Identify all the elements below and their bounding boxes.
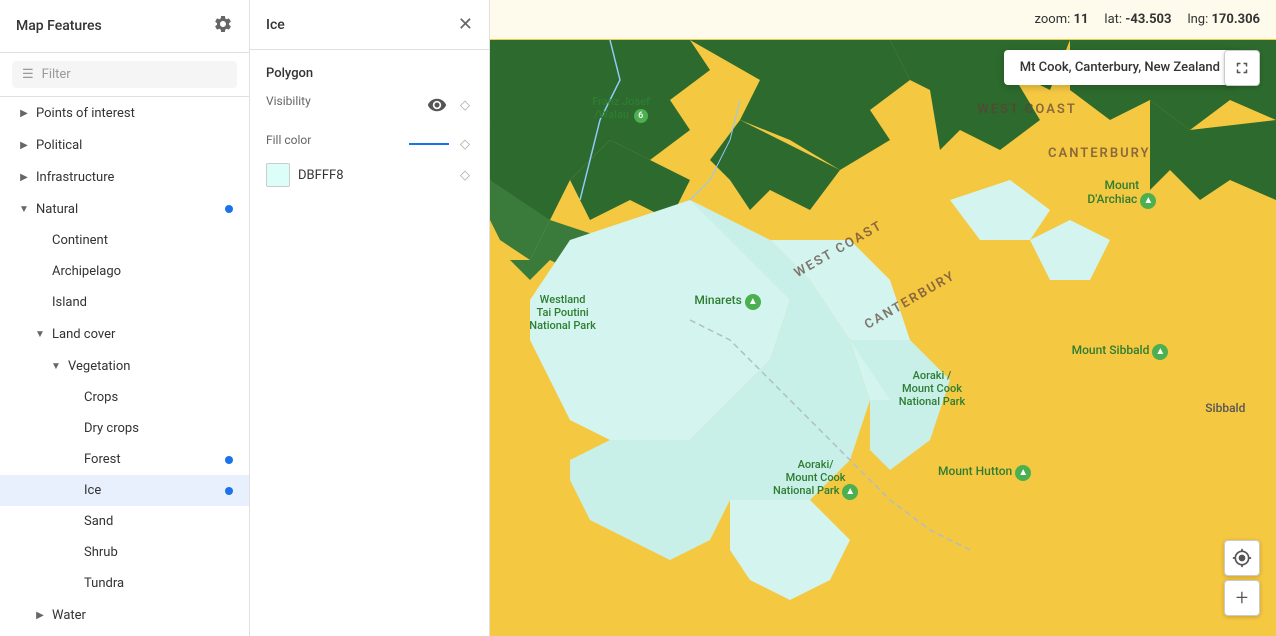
active-dot xyxy=(225,487,233,495)
sidebar-item-water[interactable]: ▶ Water xyxy=(0,599,249,631)
nav-tree: ▶ Points of interest ▶ Political ▶ Infrastruc… xyxy=(0,97,249,636)
zoom-label: zoom: 11 xyxy=(1035,12,1089,27)
map-svg xyxy=(490,40,1276,636)
detail-header: Ice ✕ xyxy=(250,0,489,50)
chevron-icon: ▼ xyxy=(16,201,32,217)
active-dot xyxy=(225,205,233,213)
sidebar-item-label: Dry crops xyxy=(84,421,139,436)
color-input-row[interactable]: DBFFF8 ◇ xyxy=(266,163,473,187)
sidebar-item-label: Crops xyxy=(84,390,118,405)
sidebar-item-natural[interactable]: ▼ Natural xyxy=(0,193,249,225)
fullscreen-button[interactable] xyxy=(1224,50,1260,86)
filter-label: Filter xyxy=(42,67,71,82)
color-swatch[interactable] xyxy=(266,163,290,187)
sidebar-item-label: Points of interest xyxy=(36,106,135,121)
lng-val: 170.306 xyxy=(1211,12,1260,27)
active-dot xyxy=(225,456,233,464)
zoom-key: zoom: xyxy=(1035,12,1074,27)
sidebar-item-shrub[interactable]: Shrub xyxy=(0,537,249,568)
sidebar-item-continent[interactable]: Continent xyxy=(0,225,249,256)
chevron-icon: ▶ xyxy=(32,607,48,623)
filter-input[interactable]: ☰ Filter xyxy=(12,61,237,88)
sidebar-item-points-of-interest[interactable]: ▶ Points of interest xyxy=(0,97,249,129)
fill-diamond-icon[interactable]: ◇ xyxy=(457,136,473,152)
sidebar-item-label: Political xyxy=(36,138,82,153)
filter-bar: ☰ Filter xyxy=(0,53,249,97)
sidebar-item-label: Vegetation xyxy=(68,359,130,374)
lng-key: lng: xyxy=(1187,12,1211,27)
chevron-icon: ▶ xyxy=(16,169,32,185)
sidebar-item-label: Ice xyxy=(84,483,101,498)
polygon-label: Polygon xyxy=(266,66,473,81)
sidebar-item-political[interactable]: ▶ Political xyxy=(0,129,249,161)
color-diamond-icon[interactable]: ◇ xyxy=(457,167,473,183)
sidebar-item-label: Tundra xyxy=(84,576,124,591)
tooltip-text: Mt Cook, Canterbury, New Zealand xyxy=(1020,60,1220,75)
chevron-icon: ▶ xyxy=(16,105,32,121)
sidebar-item-label: Island xyxy=(52,295,87,310)
sidebar-item-label: Water xyxy=(52,608,86,623)
lat-key: lat: xyxy=(1104,12,1125,27)
map-header: zoom: 11 lat: -43.503 lng: 170.306 xyxy=(490,0,1276,39)
sidebar-item-label: Continent xyxy=(52,233,108,248)
visibility-row: Visibility ◇ xyxy=(266,93,473,117)
sidebar-item-label: Sand xyxy=(84,514,113,529)
gear-icon[interactable] xyxy=(213,14,233,38)
sidebar-item-background[interactable]: Background xyxy=(0,631,249,636)
visibility-label: Visibility xyxy=(266,94,311,108)
detail-body: Polygon Visibility ◇ Fill color ◇ xyxy=(250,50,489,219)
zoom-val: 11 xyxy=(1073,12,1088,27)
sidebar-item-vegetation[interactable]: ▼ Vegetation xyxy=(0,350,249,382)
lat-label: lat: -43.503 xyxy=(1104,12,1171,27)
sidebar-item-dry-crops[interactable]: Dry crops xyxy=(0,413,249,444)
chevron-icon: ▼ xyxy=(48,358,64,374)
diamond-icon[interactable]: ◇ xyxy=(457,97,473,113)
location-button[interactable] xyxy=(1224,540,1260,576)
sidebar-header: Map Features xyxy=(0,0,249,53)
fill-line xyxy=(409,143,449,145)
sidebar-item-crops[interactable]: Crops xyxy=(0,382,249,413)
sidebar-item-label: Shrub xyxy=(84,545,118,560)
sidebar-item-forest[interactable]: Forest xyxy=(0,444,249,475)
lng-label: lng: 170.306 xyxy=(1187,12,1260,27)
detail-panel: Ice ✕ Polygon Visibility ◇ Fill color ◇ xyxy=(250,0,490,636)
fill-color-row-section: Fill color ◇ DBFFF8 ◇ xyxy=(266,133,473,187)
sidebar: Map Features ☰ Filter ▶ Points of interes… xyxy=(0,0,250,636)
sidebar-item-label: Forest xyxy=(84,452,121,467)
eye-icon[interactable] xyxy=(425,93,449,117)
sidebar-title: Map Features xyxy=(16,18,102,34)
map-controls: + xyxy=(1224,540,1260,616)
sidebar-item-tundra[interactable]: Tundra xyxy=(0,568,249,599)
detail-title: Ice xyxy=(266,17,285,33)
chevron-icon: ▶ xyxy=(16,137,32,153)
zoom-in-button[interactable]: + xyxy=(1224,580,1260,616)
chevron-icon: ▼ xyxy=(32,326,48,342)
lat-val: -43.503 xyxy=(1125,12,1171,27)
sidebar-item-label: Land cover xyxy=(52,327,115,342)
sidebar-item-label: Natural xyxy=(36,202,78,217)
sidebar-item-infrastructure[interactable]: ▶ Infrastructure xyxy=(0,161,249,193)
fill-color-label: Fill color xyxy=(266,133,311,147)
sidebar-item-land-cover[interactable]: ▼ Land cover xyxy=(0,318,249,350)
sidebar-item-sand[interactable]: Sand xyxy=(0,506,249,537)
close-icon[interactable]: ✕ xyxy=(458,14,473,35)
map-tooltip: Mt Cook, Canterbury, New Zealand xyxy=(1004,50,1236,85)
sidebar-item-label: Archipelago xyxy=(52,264,121,279)
sidebar-item-archipelago[interactable]: Archipelago xyxy=(0,256,249,287)
sidebar-item-label: Infrastructure xyxy=(36,170,114,185)
sidebar-item-ice[interactable]: Ice xyxy=(0,475,249,506)
filter-icon: ☰ xyxy=(22,67,34,82)
color-value: DBFFF8 xyxy=(298,168,449,183)
sidebar-item-island[interactable]: Island xyxy=(0,287,249,318)
map-area[interactable]: zoom: 11 lat: -43.503 lng: 170.306 xyxy=(490,0,1276,636)
